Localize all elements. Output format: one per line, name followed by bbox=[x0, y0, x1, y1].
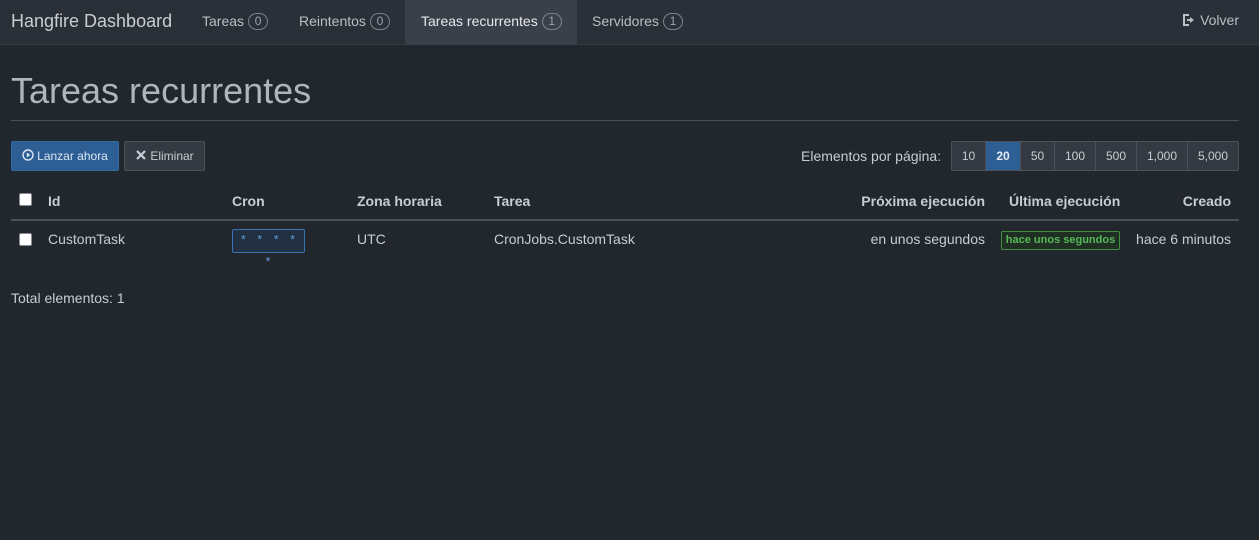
column-header-created[interactable]: Creado bbox=[1183, 193, 1231, 209]
column-header-last[interactable]: Última ejecución bbox=[1009, 193, 1120, 209]
delete-label: Eliminar bbox=[150, 149, 194, 163]
cron-badge: * * * * * bbox=[232, 229, 305, 270]
per-page-option[interactable]: 50 bbox=[1021, 142, 1055, 170]
per-page-option-selected[interactable]: 20 bbox=[986, 142, 1021, 170]
nav-tab-retries-label: Reintentos bbox=[299, 13, 366, 29]
nav-tab-servers-count: 1 bbox=[662, 13, 683, 30]
per-page-label: Elementos por página: bbox=[801, 148, 942, 164]
nav-tab-jobs-count: 0 bbox=[248, 13, 269, 30]
column-header-id[interactable]: Id bbox=[48, 193, 60, 209]
page-title: Tareas recurrentes bbox=[11, 70, 312, 111]
nav-tab-recurring[interactable]: Tareas recurrentes 1 bbox=[405, 0, 577, 45]
nav-tab-servers-label: Servidores bbox=[592, 13, 659, 29]
row-id[interactable]: CustomTask bbox=[48, 231, 125, 247]
navbar: Hangfire Dashboard Tareas 0 Reintentos 0 T… bbox=[0, 0, 1259, 45]
per-page-selector: 10 20 50 100 500 1,000 5,000 bbox=[951, 141, 1239, 171]
column-header-cron[interactable]: Cron bbox=[232, 193, 265, 209]
per-page-option[interactable]: 5,000 bbox=[1188, 142, 1238, 170]
brand-link[interactable]: Hangfire Dashboard bbox=[11, 11, 172, 32]
last-execution-badge[interactable]: hace unos segundos bbox=[1001, 231, 1120, 250]
sign-out-icon bbox=[1183, 14, 1195, 26]
trigger-now-label: Lanzar ahora bbox=[37, 149, 108, 163]
close-icon bbox=[136, 150, 147, 160]
row-timezone: UTC bbox=[357, 231, 386, 247]
select-all-checkbox[interactable] bbox=[19, 193, 32, 206]
table-header-divider bbox=[11, 219, 1239, 221]
nav-tab-servers[interactable]: Servidores 1 bbox=[592, 0, 683, 45]
nav-tab-recurring-label: Tareas recurrentes bbox=[421, 13, 538, 29]
per-page-option[interactable]: 100 bbox=[1055, 142, 1096, 170]
nav-tab-retries[interactable]: Reintentos 0 bbox=[299, 0, 390, 45]
nav-tab-recurring-count: 1 bbox=[541, 13, 562, 30]
per-page-option[interactable]: 500 bbox=[1096, 142, 1137, 170]
per-page-option[interactable]: 1,000 bbox=[1137, 142, 1188, 170]
total-items: Total elementos: 1 bbox=[11, 290, 125, 306]
back-link-label: Volver bbox=[1200, 12, 1239, 28]
nav-tab-retries-count: 0 bbox=[369, 13, 390, 30]
row-next-execution: en unos segundos bbox=[870, 231, 985, 247]
back-link[interactable]: Volver bbox=[1182, 12, 1239, 28]
row-created: hace 6 minutos bbox=[1136, 231, 1231, 247]
per-page-option[interactable]: 10 bbox=[952, 142, 986, 170]
delete-button[interactable]: Eliminar bbox=[124, 141, 205, 171]
nav-tab-jobs-label: Tareas bbox=[202, 13, 245, 29]
column-header-timezone[interactable]: Zona horaria bbox=[357, 193, 442, 209]
nav-tab-jobs[interactable]: Tareas 0 bbox=[202, 0, 269, 45]
title-divider bbox=[11, 120, 1239, 121]
trigger-now-button[interactable]: Lanzar ahora bbox=[11, 141, 119, 171]
play-circle-icon bbox=[22, 149, 34, 161]
column-header-job[interactable]: Tarea bbox=[494, 193, 530, 209]
row-job: CronJobs.CustomTask bbox=[494, 231, 635, 247]
column-header-next[interactable]: Próxima ejecución bbox=[861, 193, 985, 209]
row-checkbox[interactable] bbox=[19, 233, 32, 246]
